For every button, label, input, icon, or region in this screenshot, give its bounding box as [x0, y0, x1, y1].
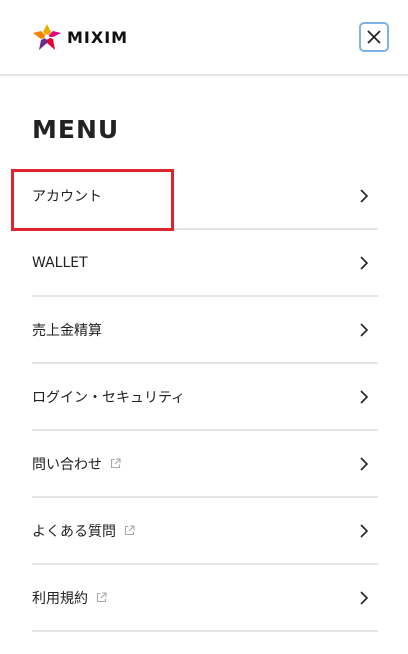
menu-item-account[interactable]: アカウント: [32, 163, 378, 230]
chevron-right-icon: [360, 523, 368, 538]
menu-item-label: WALLET: [32, 254, 88, 271]
brand-logo[interactable]: MIXIM: [33, 24, 128, 50]
menu-item-contact[interactable]: 問い合わせ: [32, 431, 378, 498]
chevron-right-icon: [360, 590, 368, 605]
chevron-right-icon: [360, 188, 368, 203]
header: MIXIM: [0, 0, 408, 76]
chevron-right-icon: [360, 389, 368, 404]
menu-item-label: 売上金精算: [32, 322, 102, 339]
menu-item-terms[interactable]: 利用規約: [32, 565, 378, 632]
menu-item-label: よくある質問: [32, 523, 116, 540]
mixim-logo-icon: [33, 24, 61, 50]
menu-item-faq[interactable]: よくある質問: [32, 498, 378, 565]
chevron-right-icon: [360, 322, 368, 337]
external-link-icon: [124, 525, 135, 536]
close-icon: [367, 30, 381, 44]
menu-item-sales-settlement[interactable]: 売上金精算: [32, 297, 378, 364]
chevron-right-icon: [360, 456, 368, 471]
menu-item-label: 問い合わせ: [32, 456, 102, 473]
menu-item-label: ログイン・セキュリティ: [32, 389, 186, 406]
chevron-right-icon: [360, 255, 368, 270]
menu-item-wallet[interactable]: WALLET: [32, 230, 378, 297]
menu-list: アカウント WALLET 売上金精算 ログイン・セキュリティ 問い合わせ よくあ…: [32, 163, 378, 632]
external-link-icon: [96, 592, 107, 603]
menu-title: MENU: [32, 115, 120, 144]
brand-name: MIXIM: [67, 27, 129, 47]
menu-item-login-security[interactable]: ログイン・セキュリティ: [32, 364, 378, 431]
menu-item-label: アカウント: [32, 188, 102, 205]
menu-item-label: 利用規約: [32, 590, 88, 607]
close-button[interactable]: [359, 22, 389, 52]
external-link-icon: [110, 458, 121, 469]
